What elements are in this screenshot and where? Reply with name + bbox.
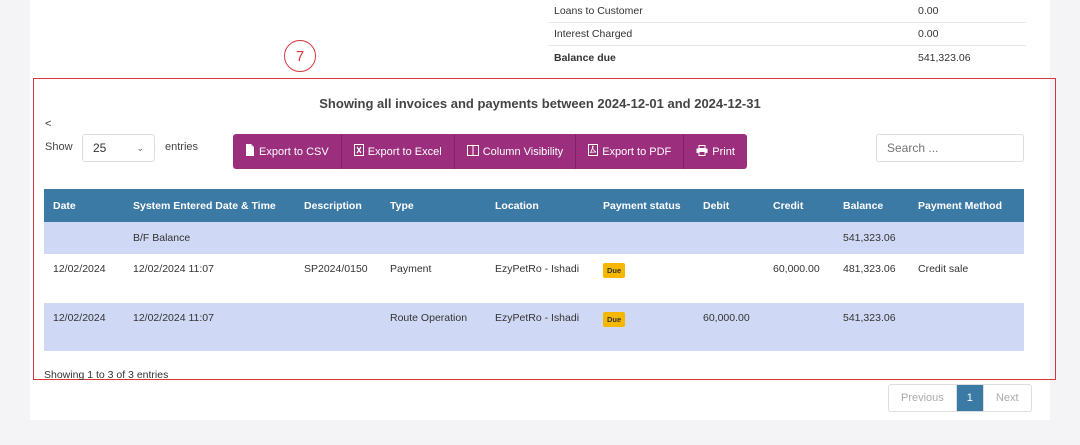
cell-debit: [694, 222, 764, 254]
column-visibility-label: Column Visibility: [482, 145, 564, 158]
export-csv-button[interactable]: Export to CSV: [233, 134, 342, 169]
summary-row-balance-due: Balance due 541,323.06: [548, 46, 1026, 69]
back-link[interactable]: <: [45, 118, 51, 130]
columns-icon: [466, 144, 479, 159]
cell-payment-status: [594, 222, 694, 254]
table-header-row: Date System Entered Date & Time Descript…: [44, 189, 1024, 222]
table-row: 12/02/2024 12/02/2024 11:07 Route Operat…: [44, 303, 1024, 351]
previous-page-button[interactable]: Previous: [889, 385, 957, 411]
page-length-select[interactable]: 25 ⌄: [82, 134, 155, 162]
pagination: Previous 1 Next: [888, 384, 1032, 412]
export-csv-label: Export to CSV: [259, 145, 329, 158]
cell-credit: [764, 303, 834, 351]
column-header-system-entered[interactable]: System Entered Date & Time: [124, 189, 295, 222]
export-pdf-button[interactable]: Export to PDF: [576, 134, 685, 169]
cell-balance: 481,323.06: [843, 263, 896, 275]
cell-payment-method: [909, 222, 1024, 254]
cell-system-entered: 12/02/2024 11:07: [133, 263, 214, 275]
column-header-payment-method[interactable]: Payment Method: [909, 189, 1024, 222]
cell-system-entered: B/F Balance: [133, 232, 191, 244]
cell-debit: 60,000.00: [703, 312, 750, 324]
next-page-button[interactable]: Next: [982, 385, 1031, 411]
show-label: Show: [45, 141, 73, 153]
cell-date: 12/02/2024: [53, 263, 106, 275]
report-title: Showing all invoices and payments betwee…: [319, 96, 761, 111]
annotation-marker: 7: [284, 40, 316, 72]
cell-balance: 541,323.06: [843, 232, 896, 244]
cell-type: Route Operation: [390, 312, 468, 324]
export-button-group: Export to CSV Export to Excel Column Vis…: [233, 134, 747, 169]
page-length-value: 25: [93, 141, 107, 155]
cell-location: EzyPetRo - Ishadi: [495, 263, 580, 275]
export-pdf-label: Export to PDF: [602, 145, 672, 158]
cell-description: [295, 222, 381, 254]
summary-row-interest: Interest Charged 0.00: [548, 23, 1026, 46]
page-button-1[interactable]: 1: [956, 385, 983, 411]
column-header-payment-status[interactable]: Payment status: [594, 189, 694, 222]
table-row: 12/02/2024 12/02/2024 11:07 SP2024/0150 …: [44, 254, 1024, 303]
print-icon: [696, 144, 708, 159]
account-summary: Loans to Customer 0.00 Interest Charged …: [548, 0, 1026, 69]
excel-file-icon: [353, 144, 364, 159]
cell-system-entered: 12/02/2024 11:07: [133, 312, 214, 324]
cell-payment-method: [909, 303, 1024, 351]
print-label: Print: [712, 145, 735, 158]
column-header-debit[interactable]: Debit: [694, 189, 764, 222]
cell-date: [44, 222, 124, 254]
transactions-table: Date System Entered Date & Time Descript…: [44, 189, 1024, 351]
cell-payment-status: Due: [594, 254, 694, 303]
export-excel-label: Export to Excel: [367, 145, 442, 158]
cell-type: [381, 222, 486, 254]
summary-label: Loans to Customer: [554, 5, 643, 17]
pdf-file-icon: [588, 144, 599, 159]
cell-payment-method: Credit sale: [918, 263, 969, 275]
summary-value: 0.00: [918, 5, 939, 17]
column-header-type[interactable]: Type: [381, 189, 486, 222]
cell-description: SP2024/0150: [304, 263, 368, 275]
column-visibility-button[interactable]: Column Visibility: [454, 134, 577, 169]
cell-credit: 60,000.00: [773, 263, 820, 275]
table-info: Showing 1 to 3 of 3 entries: [44, 369, 169, 381]
summary-value: 0.00: [918, 28, 939, 40]
search-input[interactable]: [876, 134, 1024, 162]
cell-description: [295, 303, 381, 351]
chevron-down-icon: ⌄: [136, 142, 144, 153]
cell-debit: [694, 254, 764, 303]
cell-payment-status: Due: [594, 303, 694, 351]
cell-balance: 541,323.06: [843, 312, 896, 324]
column-header-location[interactable]: Location: [486, 189, 594, 222]
entries-label: entries: [165, 141, 199, 153]
summary-row-loans: Loans to Customer 0.00: [548, 0, 1026, 23]
cell-location: EzyPetRo - Ishadi: [495, 312, 580, 324]
file-icon: [245, 144, 255, 159]
summary-label: Interest Charged: [554, 28, 633, 40]
column-header-balance[interactable]: Balance: [834, 189, 909, 222]
summary-value: 541,323.06: [918, 51, 971, 64]
export-excel-button[interactable]: Export to Excel: [341, 134, 455, 169]
table-row: B/F Balance 541,323.06: [44, 222, 1024, 254]
cell-type: Payment: [390, 263, 432, 275]
cell-credit: [764, 222, 834, 254]
status-badge: Due: [603, 312, 626, 327]
cell-date: 12/02/2024: [53, 312, 106, 324]
cell-location: [486, 222, 594, 254]
summary-label: Balance due: [554, 51, 616, 64]
column-header-description[interactable]: Description: [295, 189, 381, 222]
print-button[interactable]: Print: [684, 134, 747, 169]
column-header-date[interactable]: Date: [44, 189, 124, 222]
status-badge: Due: [603, 263, 626, 278]
column-header-credit[interactable]: Credit: [764, 189, 834, 222]
